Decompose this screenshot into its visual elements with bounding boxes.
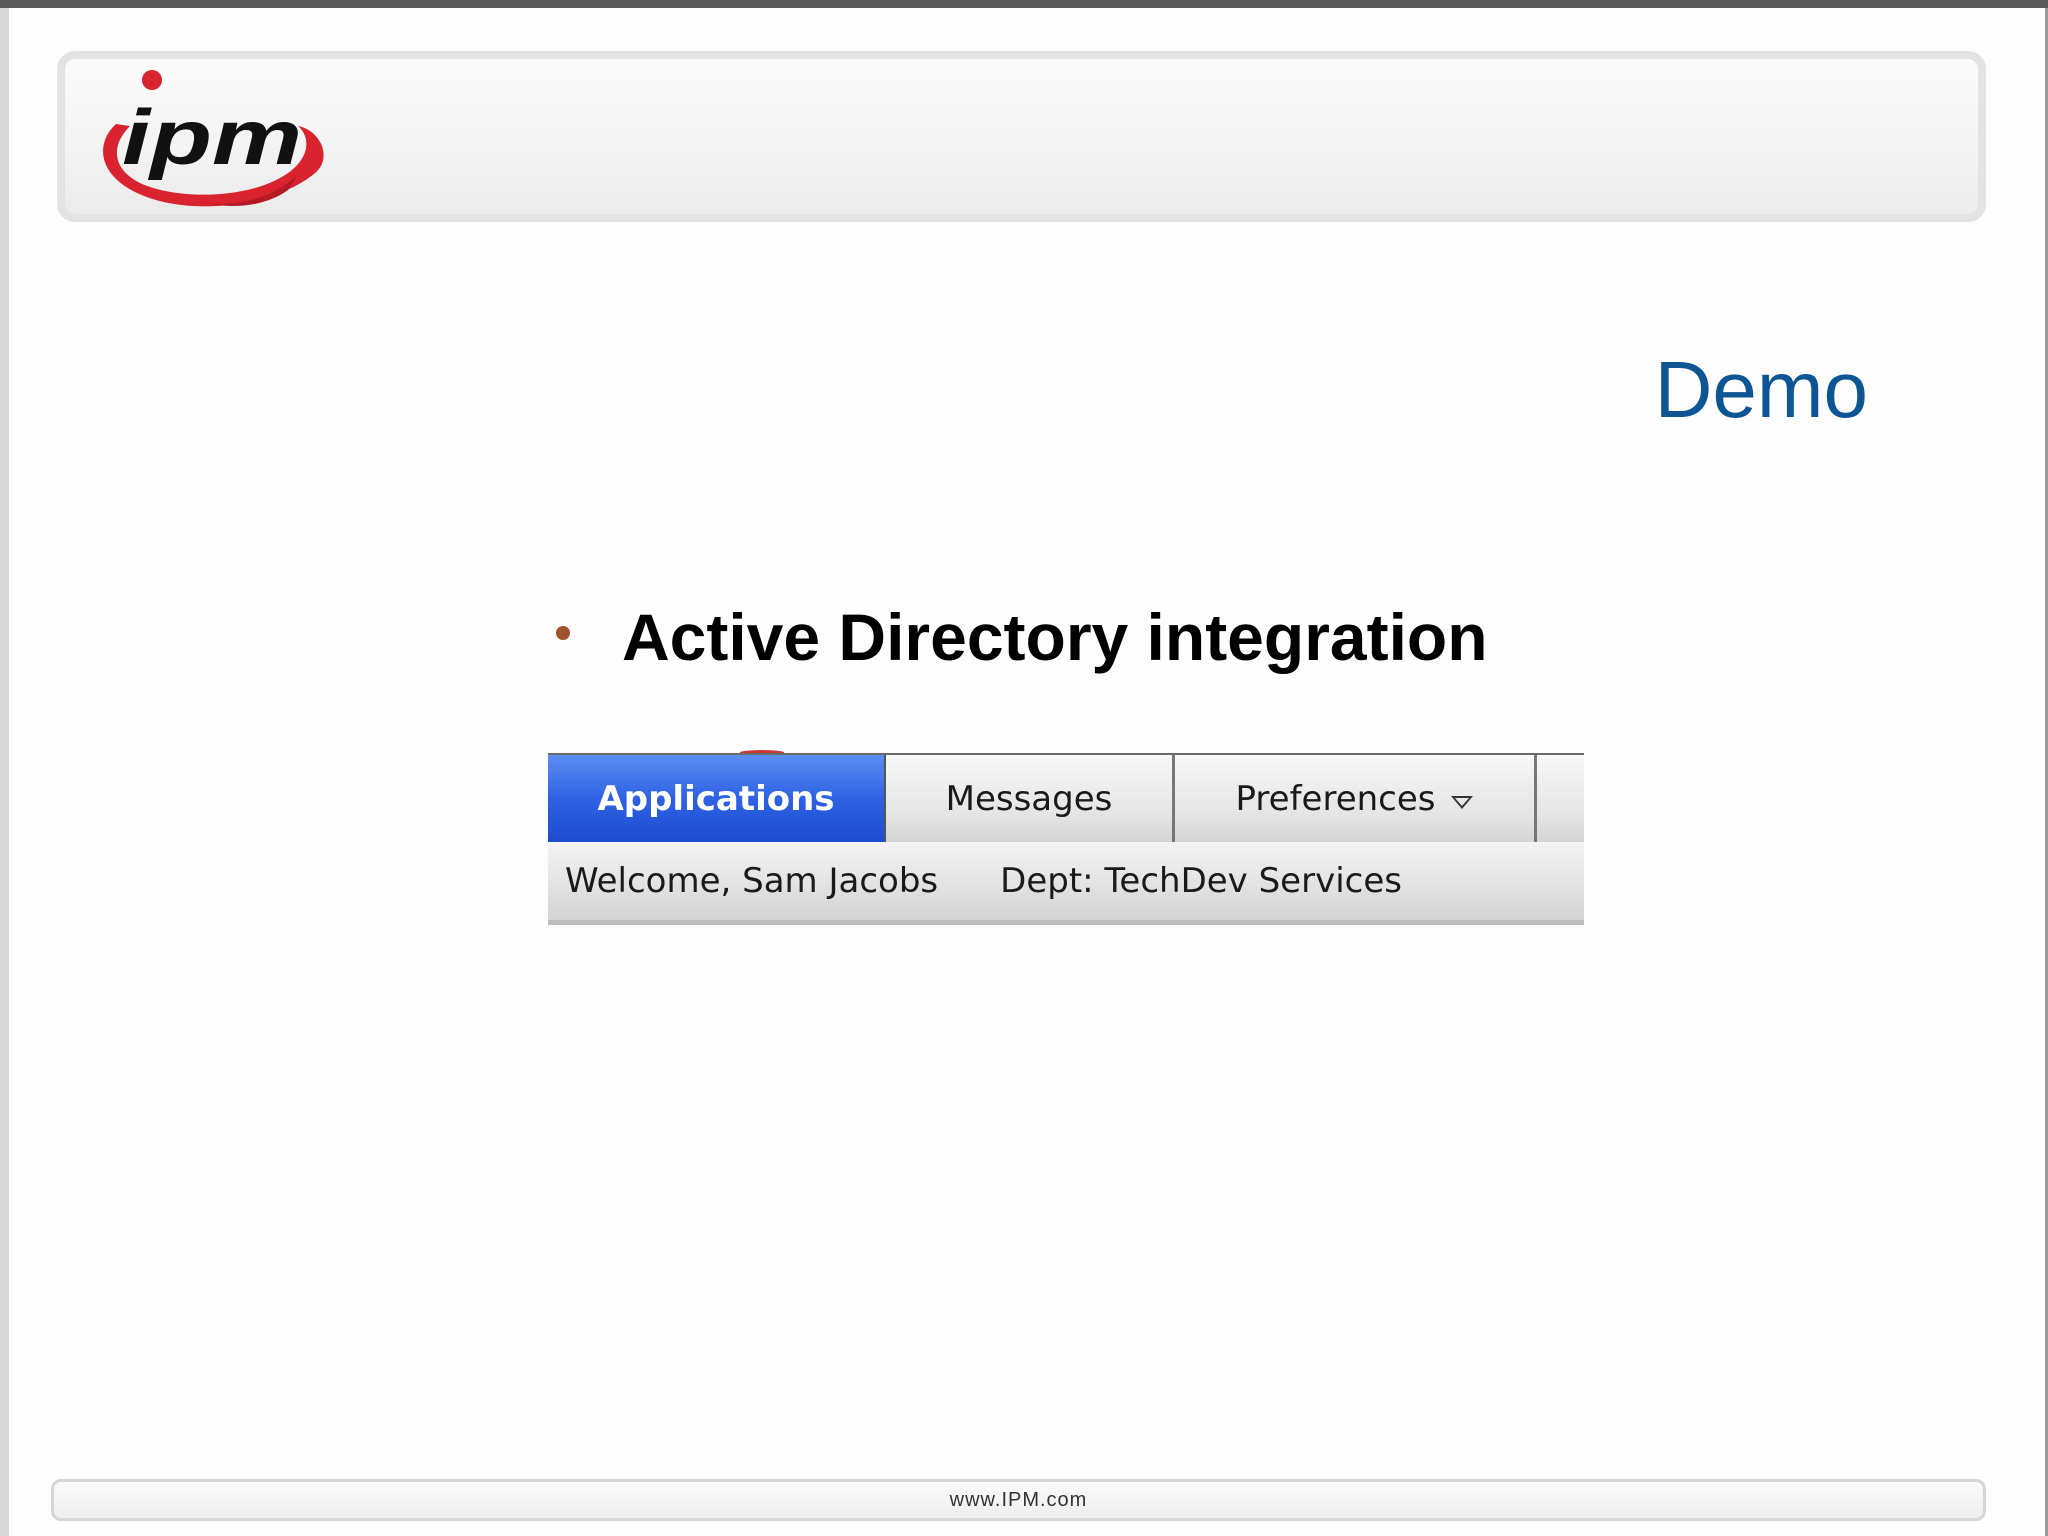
tab-preferences[interactable]: Preferences: [1175, 755, 1537, 842]
tab-label: Applications: [597, 778, 835, 819]
tab-bar: Applications Messages Preferences: [548, 753, 1584, 842]
tab-partial[interactable]: [1537, 755, 1584, 842]
tab-applications[interactable]: Applications: [548, 755, 886, 842]
user-info-bar: Welcome, Sam Jacobs Dept: TechDev Servic…: [548, 842, 1584, 925]
window-top-border: [0, 0, 2048, 8]
svg-text:ipm: ipm: [122, 93, 302, 181]
tab-label: Preferences: [1235, 778, 1436, 819]
app-screenshot: Applications Messages Preferences Welcom…: [548, 753, 1584, 925]
tab-label: Messages: [945, 778, 1113, 819]
header-band: [57, 51, 1986, 222]
bullet-icon: [556, 626, 570, 640]
bullet-text: Active Directory integration: [622, 600, 1488, 674]
bullet-item: Active Directory integration: [556, 592, 1488, 682]
welcome-text: Welcome, Sam Jacobs: [565, 861, 939, 901]
footer-bar: www.IPM.com: [51, 1479, 1986, 1521]
footer-url: www.IPM.com: [949, 1488, 1088, 1511]
chevron-down-icon: [1451, 796, 1474, 809]
tab-messages[interactable]: Messages: [886, 755, 1175, 842]
ipm-logo: ipm: [103, 70, 324, 207]
department-text: Dept: TechDev Services: [1000, 861, 1402, 901]
slide-title: Demo: [1654, 345, 1868, 434]
